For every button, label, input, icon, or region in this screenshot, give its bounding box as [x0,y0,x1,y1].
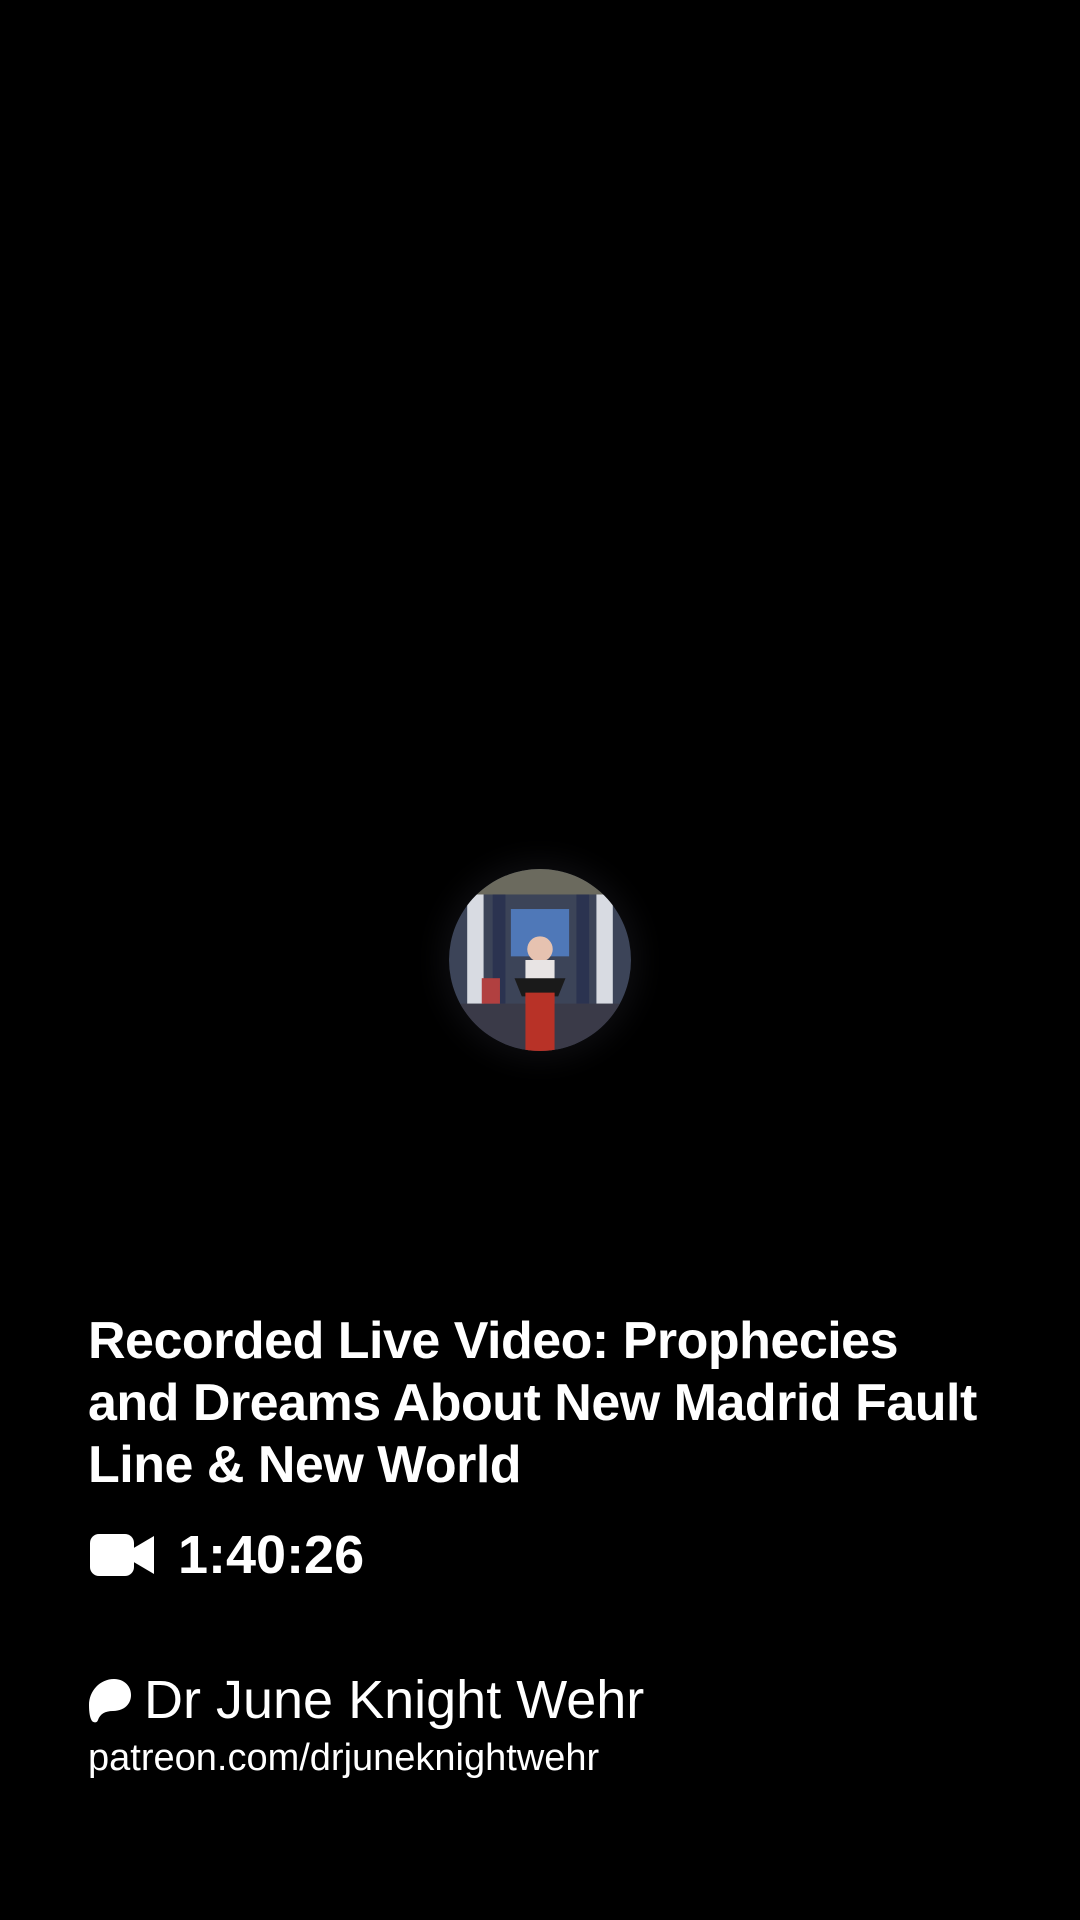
creator-name: Dr June Knight Wehr [144,1670,645,1730]
duration-text: 1:40:26 [178,1525,365,1585]
creator-url[interactable]: patreon.com/drjuneknightwehr [88,1736,599,1780]
video-duration: 1:40:26 [88,1525,364,1585]
patreon-logo-icon [88,1677,132,1723]
avatar-image [449,869,631,1051]
post-title: Recorded Live Video: Prophecies and Drea… [88,1312,977,1494]
video-camera-icon [88,1530,158,1580]
creator-avatar [449,869,631,1051]
creator-byline: Dr June Knight Wehr [88,1668,644,1732]
